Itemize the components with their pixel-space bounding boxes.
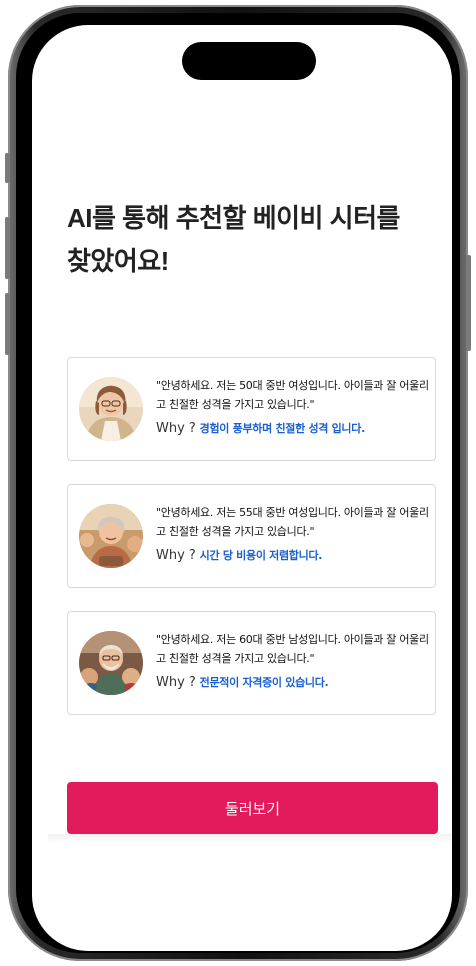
why-label: Why ? <box>156 421 196 436</box>
why-label: Why ? <box>156 675 196 690</box>
page-title: AI를 통해 추천할 베이비 시터를 찾았어요! <box>67 203 400 276</box>
sitter-avatar <box>79 631 143 695</box>
power-button <box>466 255 471 351</box>
why-row: Why ? 경험이 풍부하며 친절한 성격 입니다. <box>156 420 432 437</box>
recommend-reason: 전문적이 자격증이 있습니다. <box>199 676 329 689</box>
phone-frame: AI를 통해 추천할 베이비 시터를 찾았어요! "안녕하세요. 저는 50대 … <box>5 5 471 961</box>
sitter-card[interactable]: "안녕하세요. 저는 50대 중반 여성입니다. 아이들과 잘 어울리고 친절한… <box>67 357 436 461</box>
sitter-quote: "안녕하세요. 저는 55대 중반 여성입니다. 아이들과 잘 어울리고 친절한… <box>156 506 429 538</box>
browse-button[interactable]: 둘러보기 <box>67 782 438 834</box>
sitter-quote: "안녕하세요. 저는 60대 중반 남성입니다. 아이들과 잘 어울리고 친절한… <box>156 633 429 665</box>
sitter-card[interactable]: "안녕하세요. 저는 55대 중반 여성입니다. 아이들과 잘 어울리고 친절한… <box>67 484 436 588</box>
volume-up-button <box>5 217 10 279</box>
recommend-reason: 경험이 풍부하며 친절한 성격 입니다. <box>199 422 366 435</box>
sitter-card[interactable]: "안녕하세요. 저는 60대 중반 남성입니다. 아이들과 잘 어울리고 친절한… <box>67 611 436 715</box>
mute-switch <box>5 153 10 183</box>
bottom-divider <box>48 834 452 844</box>
volume-down-button <box>5 293 10 355</box>
dynamic-island <box>182 42 316 80</box>
phone-screen: AI를 통해 추천할 베이비 시터를 찾았어요! "안녕하세요. 저는 50대 … <box>32 25 452 951</box>
why-row: Why ? 시간 당 비용이 저렴합니다. <box>156 547 432 564</box>
why-row: Why ? 전문적이 자격증이 있습니다. <box>156 674 432 691</box>
sitter-avatar <box>79 504 143 568</box>
recommend-reason: 시간 당 비용이 저렴합니다. <box>199 549 323 562</box>
sitter-quote: "안녕하세요. 저는 50대 중반 여성입니다. 아이들과 잘 어울리고 친절한… <box>156 379 429 411</box>
sitter-avatar <box>79 377 143 441</box>
why-label: Why ? <box>156 548 196 563</box>
